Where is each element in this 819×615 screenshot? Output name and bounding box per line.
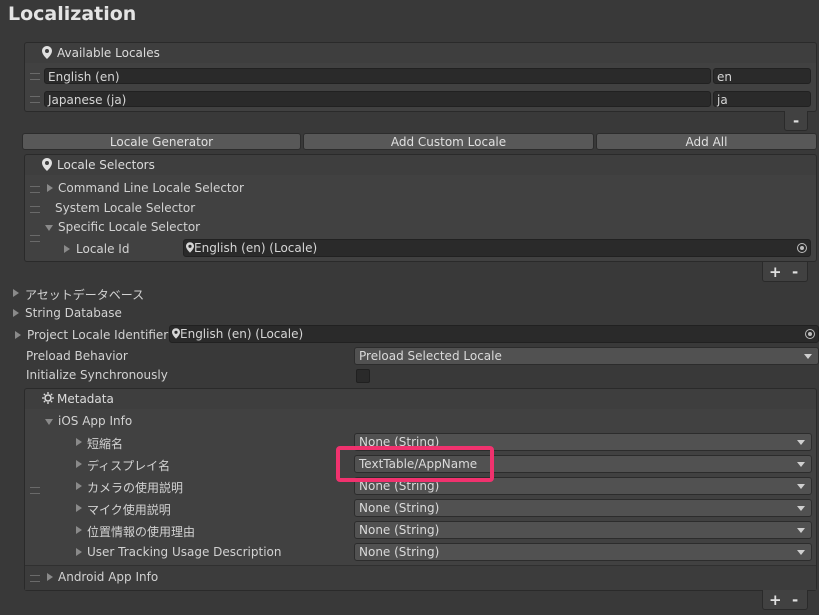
metadata-row-value: None (String) xyxy=(359,523,440,537)
project-locale-value: English (en) (Locale) xyxy=(180,327,304,341)
expand-arrow-icon[interactable] xyxy=(76,548,82,556)
expand-arrow-icon[interactable] xyxy=(76,438,82,446)
selector-item[interactable]: System Locale Selector xyxy=(55,201,195,215)
locale-name-field[interactable]: English (en) xyxy=(44,68,711,84)
collapse-arrow-icon[interactable] xyxy=(45,225,53,231)
location-pin-icon xyxy=(42,158,52,171)
preload-behavior-label: Preload Behavior xyxy=(26,349,128,363)
object-picker-icon[interactable] xyxy=(805,329,815,339)
drag-handle-icon[interactable] xyxy=(30,186,40,193)
expand-arrow-icon[interactable] xyxy=(76,526,82,534)
object-picker-icon[interactable] xyxy=(797,243,807,253)
metadata-footer: + - xyxy=(762,590,808,610)
expand-arrow-icon[interactable] xyxy=(47,573,53,581)
asset-database-foldout[interactable]: アセットデータベース xyxy=(25,286,144,303)
metadata-list: iOS App Info 短縮名 None (String) ディスプレイ名 T… xyxy=(24,409,817,591)
add-metadata-button[interactable]: + xyxy=(769,591,782,609)
expand-arrow-icon[interactable] xyxy=(76,460,82,468)
expand-arrow-icon[interactable] xyxy=(76,482,82,490)
drag-handle-icon[interactable] xyxy=(30,487,40,494)
drag-handle-icon[interactable] xyxy=(30,575,40,582)
chevron-down-icon xyxy=(797,550,805,555)
chevron-down-icon xyxy=(797,484,805,489)
metadata-row-label: 位置情報の使用理由 xyxy=(87,525,196,539)
ios-app-info-foldout[interactable]: iOS App Info xyxy=(58,414,132,428)
locale-id-value: English (en) (Locale) xyxy=(194,241,318,255)
metadata-row-dropdown[interactable]: None (String) xyxy=(354,499,812,517)
chevron-down-icon xyxy=(797,506,805,511)
chevron-down-icon xyxy=(804,354,812,359)
available-locales-header: Available Locales xyxy=(24,42,817,64)
selector-item[interactable]: Command Line Locale Selector xyxy=(58,181,244,195)
metadata-row-dropdown[interactable]: None (String) xyxy=(354,543,812,561)
chevron-down-icon xyxy=(797,462,805,467)
add-all-button[interactable]: Add All xyxy=(596,133,817,150)
locale-code-field[interactable]: ja xyxy=(713,91,811,107)
locale-selectors-header: Locale Selectors xyxy=(24,154,817,176)
remove-locale-button[interactable]: - xyxy=(793,112,799,130)
remove-metadata-button[interactable]: - xyxy=(792,591,798,609)
available-locales-title: Available Locales xyxy=(57,46,160,60)
selector-item[interactable]: Specific Locale Selector xyxy=(58,220,200,234)
location-pin-icon xyxy=(172,328,180,339)
metadata-row-label: カメラの使用説明 xyxy=(87,481,184,495)
initialize-sync-label: Initialize Synchronously xyxy=(26,368,168,382)
metadata-header: Metadata xyxy=(24,388,817,410)
locale-id-label: Locale Id xyxy=(76,242,130,256)
drag-handle-icon[interactable] xyxy=(30,235,40,242)
android-row: Android App Info xyxy=(25,565,816,590)
locale-generator-button[interactable]: Locale Generator xyxy=(22,133,301,150)
metadata-row-label: ディスプレイ名 xyxy=(87,459,171,473)
locale-code-field[interactable]: en xyxy=(713,68,811,84)
location-pin-icon xyxy=(42,46,52,59)
expand-arrow-icon[interactable] xyxy=(64,245,70,253)
metadata-row-dropdown[interactable]: None (String) xyxy=(354,521,812,539)
string-database-foldout[interactable]: String Database xyxy=(25,306,122,320)
expand-arrow-icon[interactable] xyxy=(13,289,19,297)
add-selector-button[interactable]: + xyxy=(769,263,782,281)
metadata-gear-icon xyxy=(42,392,54,404)
metadata-title: Metadata xyxy=(57,392,114,406)
chevron-down-icon xyxy=(797,528,805,533)
locale-selectors-title: Locale Selectors xyxy=(57,158,155,172)
location-pin-icon xyxy=(186,242,194,253)
locale-name-field[interactable]: Japanese (ja) xyxy=(44,91,711,107)
add-custom-locale-button[interactable]: Add Custom Locale xyxy=(303,133,594,150)
android-app-info-foldout[interactable]: Android App Info xyxy=(58,570,158,584)
project-locale-field[interactable]: English (en) (Locale) xyxy=(169,325,819,343)
available-locales-list: English (en) en Japanese (ja) ja xyxy=(24,63,817,112)
locale-selectors-footer: + - xyxy=(762,262,808,282)
metadata-row-label: User Tracking Usage Description xyxy=(87,545,282,559)
metadata-row-label: マイク使用説明 xyxy=(87,503,171,517)
preload-behavior-dropdown[interactable]: Preload Selected Locale xyxy=(354,347,819,365)
available-locales-footer: - xyxy=(784,111,808,131)
locale-selectors-list: Command Line Locale Selector System Loca… xyxy=(24,175,817,262)
initialize-sync-checkbox[interactable] xyxy=(356,369,370,383)
expand-arrow-icon[interactable] xyxy=(76,504,82,512)
metadata-row-value: None (String) xyxy=(359,501,440,515)
collapse-arrow-icon[interactable] xyxy=(45,419,53,425)
highlight-annotation xyxy=(336,446,494,482)
expand-arrow-icon[interactable] xyxy=(15,331,21,339)
drag-handle-icon[interactable] xyxy=(30,73,40,80)
project-locale-label: Project Locale Identifier xyxy=(27,328,169,342)
expand-arrow-icon[interactable] xyxy=(13,309,19,317)
drag-handle-icon[interactable] xyxy=(30,96,40,103)
metadata-row-label: 短縮名 xyxy=(87,437,124,451)
chevron-down-icon xyxy=(797,440,805,445)
remove-selector-button[interactable]: - xyxy=(792,263,798,281)
expand-arrow-icon[interactable] xyxy=(47,184,53,192)
preload-behavior-value: Preload Selected Locale xyxy=(359,349,502,363)
drag-handle-icon[interactable] xyxy=(30,206,40,213)
metadata-row-value: None (String) xyxy=(359,545,440,559)
page-title: Localization xyxy=(8,3,137,25)
locale-id-field[interactable]: English (en) (Locale) xyxy=(183,239,811,257)
